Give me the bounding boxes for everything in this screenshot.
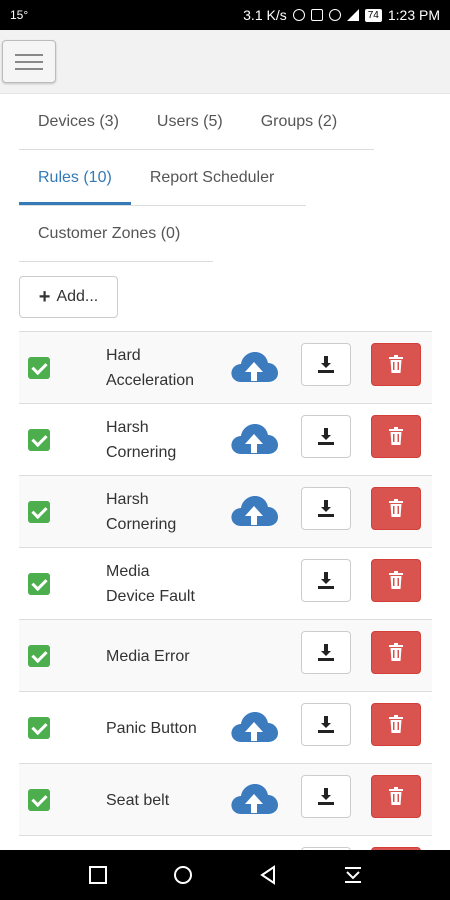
recent-apps-icon[interactable] (88, 865, 108, 885)
rule-row: Media Error (19, 619, 432, 691)
download-button[interactable] (301, 487, 351, 530)
download-icon (318, 356, 334, 373)
add-button-label: Add... (56, 288, 99, 305)
download-button[interactable] (301, 343, 351, 386)
delete-button[interactable] (371, 703, 421, 746)
download-button[interactable] (301, 775, 351, 818)
app-navbar (0, 30, 450, 94)
alarm-icon (328, 9, 341, 21)
tab-report-scheduler[interactable]: Report Scheduler (131, 151, 294, 205)
tab-devices[interactable]: Devices (3) (19, 95, 138, 149)
cloud-upload-icon[interactable] (229, 492, 279, 530)
plus-icon: + (38, 286, 51, 308)
trash-icon (389, 355, 403, 373)
checkbox-checked-icon[interactable] (28, 501, 50, 523)
delete-button[interactable] (371, 487, 421, 530)
download-icon (318, 644, 334, 661)
download-button[interactable] (301, 703, 351, 746)
tab-row-2: Rules (10) Report Scheduler (19, 151, 306, 206)
checkbox-checked-icon[interactable] (28, 645, 50, 667)
delete-button[interactable] (371, 415, 421, 458)
cloud-upload-icon[interactable] (229, 780, 279, 818)
rule-row: Harsh Cornering (19, 475, 432, 547)
rules-list: Hard Acceleration Harsh Cornering Harsh … (19, 331, 432, 900)
download-icon (318, 572, 334, 589)
cloud-upload-icon[interactable] (229, 348, 279, 386)
download-icon (318, 716, 334, 733)
tab-customer-zones[interactable]: Customer Zones (0) (19, 207, 199, 261)
tab-groups[interactable]: Groups (2) (242, 95, 356, 149)
rule-row: Harsh Cornering (19, 403, 432, 475)
checkbox-checked-icon[interactable] (28, 789, 50, 811)
download-button[interactable] (301, 631, 351, 674)
trash-icon (389, 715, 403, 733)
signal-icon (346, 9, 359, 21)
system-nav-bar (0, 850, 450, 900)
cloud-upload-icon[interactable] (229, 420, 279, 458)
tab-users[interactable]: Users (5) (138, 95, 242, 149)
checkbox-checked-icon[interactable] (28, 429, 50, 451)
trash-icon (389, 787, 403, 805)
network-speed: 3.1 K/s (243, 7, 287, 23)
rule-name[interactable]: Harsh Cornering (106, 476, 226, 548)
rule-name[interactable]: Harsh Cornering (106, 404, 226, 476)
trash-icon (389, 499, 403, 517)
download-button[interactable] (301, 415, 351, 458)
rule-name[interactable]: Media Error (106, 620, 226, 692)
clock: 1:23 PM (387, 7, 440, 23)
trash-icon (389, 427, 403, 445)
hamburger-menu-button[interactable] (2, 40, 56, 83)
trash-icon (389, 643, 403, 661)
rule-name[interactable]: Media Device Fault (106, 548, 226, 620)
temperature-text: 15° (10, 8, 29, 22)
delete-button[interactable] (371, 775, 421, 818)
rule-name[interactable]: Panic Button (106, 692, 226, 764)
delete-button[interactable] (371, 343, 421, 386)
menu-line-icon (15, 61, 43, 63)
back-icon[interactable] (258, 865, 278, 885)
rule-row: Seat belt (19, 763, 432, 835)
trash-icon (389, 571, 403, 589)
download-icon (318, 500, 334, 517)
checkbox-checked-icon[interactable] (28, 717, 50, 739)
battery-icon: 74 (364, 8, 382, 22)
checkbox-checked-icon[interactable] (28, 357, 50, 379)
notifications-pulldown-icon[interactable] (343, 865, 363, 885)
rule-name[interactable]: Seat belt (106, 764, 226, 836)
add-rule-button[interactable]: + Add... (19, 276, 118, 318)
rule-row: Panic Button (19, 691, 432, 763)
bluetooth-icon (292, 9, 305, 21)
status-bar: 15° 3.1 K/s 74 1:23 PM (0, 0, 450, 30)
tab-rules[interactable]: Rules (10) (19, 151, 131, 205)
download-button[interactable] (301, 559, 351, 602)
rule-row: Media Device Fault (19, 547, 432, 619)
tab-row-1: Devices (3) Users (5) Groups (2) (19, 95, 374, 150)
status-icons: 3.1 K/s 74 1:23 PM (243, 7, 440, 23)
home-icon[interactable] (173, 865, 193, 885)
checkbox-checked-icon[interactable] (28, 573, 50, 595)
download-icon (318, 428, 334, 445)
rule-name[interactable]: Hard Acceleration (106, 332, 226, 404)
rule-row: Hard Acceleration (19, 331, 432, 403)
tab-row-3: Customer Zones (0) (19, 207, 213, 262)
vibrate-icon (310, 9, 323, 21)
download-icon (318, 788, 334, 805)
delete-button[interactable] (371, 631, 421, 674)
menu-line-icon (15, 68, 43, 70)
menu-line-icon (15, 54, 43, 56)
cloud-upload-icon[interactable] (229, 708, 279, 746)
delete-button[interactable] (371, 559, 421, 602)
